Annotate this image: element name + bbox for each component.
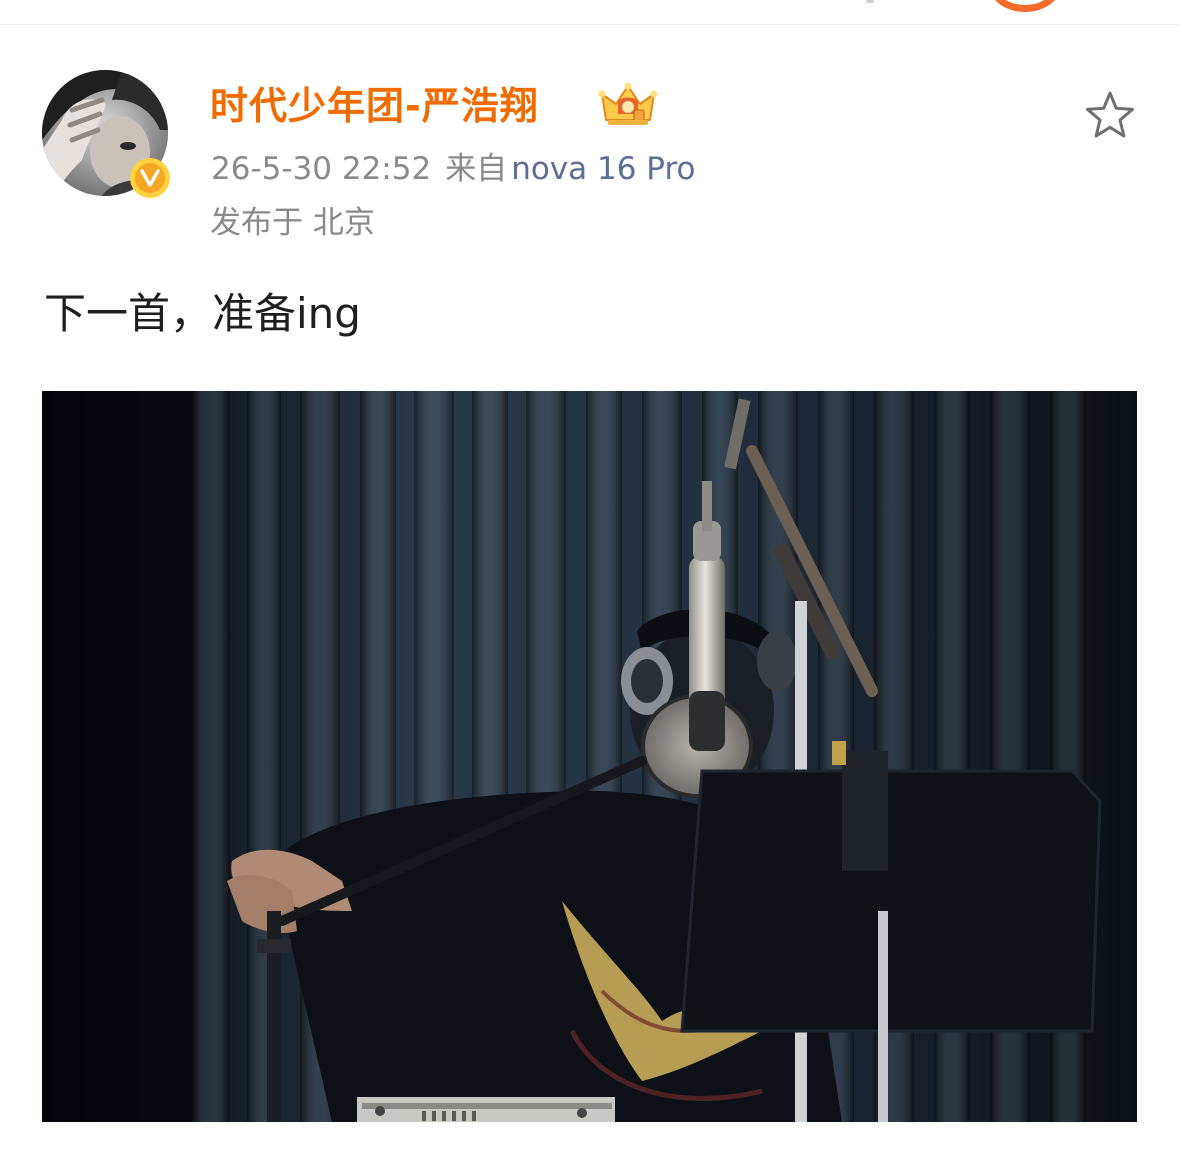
username[interactable]: 时代少年团-严浩翔 — [210, 80, 539, 132]
app-logo-icon — [990, 0, 1060, 12]
source-prefix: 来自 — [445, 151, 508, 187]
member-crown-icon[interactable] — [598, 82, 658, 128]
recording-studio-photo — [42, 391, 1137, 1122]
star-outline-icon — [1086, 91, 1134, 138]
post-meta: 26-5-30 22:52 来自 nova 16 Pro — [211, 146, 695, 192]
device-link[interactable]: nova 16 Pro — [511, 151, 695, 187]
favorite-button[interactable] — [1082, 88, 1138, 142]
post-content: 下一首，准备ing — [44, 289, 361, 338]
verified-v-icon — [130, 158, 170, 198]
post-photo[interactable] — [42, 391, 1137, 1122]
top-divider-mark — [866, 0, 874, 3]
post-timestamp: 26-5-30 22:52 — [211, 151, 432, 187]
post-location: 发布于 北京 — [210, 205, 375, 241]
top-strip — [0, 0, 1179, 25]
